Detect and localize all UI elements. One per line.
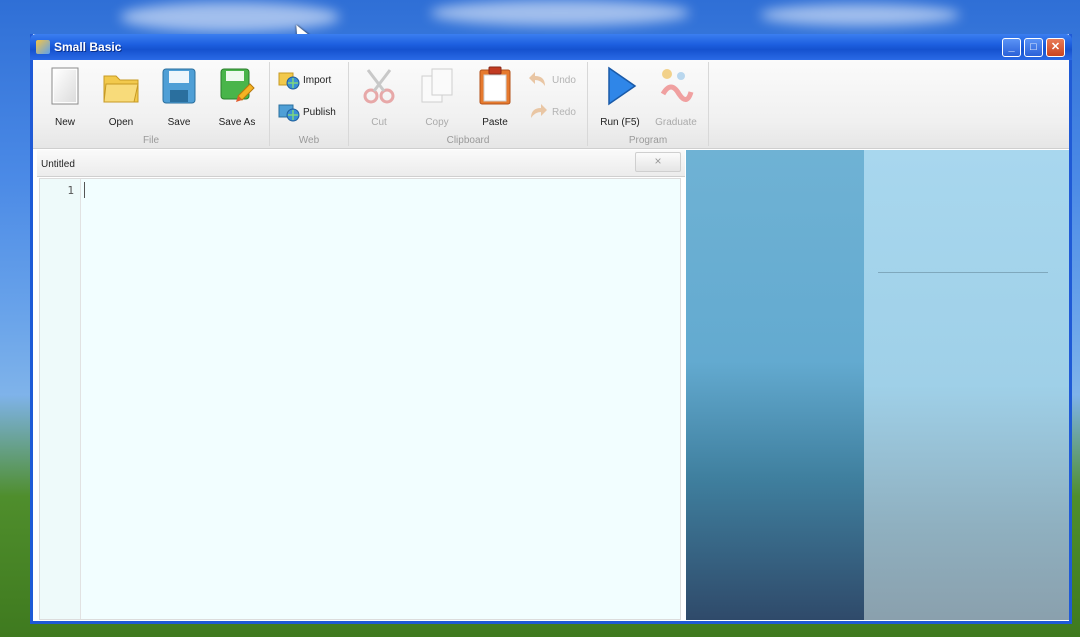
cut-label: Cut — [371, 117, 387, 128]
cloud — [760, 4, 960, 26]
ribbon-group-program: Run (F5) Graduate Program — [588, 62, 709, 146]
ribbon-group-web: Import Publish Web — [270, 62, 349, 146]
play-run-icon — [608, 66, 637, 106]
maximize-button[interactable]: □ — [1024, 38, 1043, 57]
minimize-button[interactable]: _ — [1002, 38, 1021, 57]
copy-button[interactable]: Copy — [411, 66, 463, 128]
document-tab-bar: Untitled × — [37, 150, 685, 177]
import-label: Import — [303, 74, 332, 86]
side-panel-left — [686, 150, 864, 620]
open-button[interactable]: Open — [95, 66, 147, 128]
redo-button[interactable]: Redo — [527, 100, 576, 124]
close-document-button[interactable]: × — [635, 152, 681, 172]
editor-panel: Untitled × 1 — [37, 150, 685, 620]
import-button[interactable]: Import — [278, 68, 331, 92]
line-number-gutter: 1 — [40, 179, 81, 619]
new-label: New — [54, 117, 75, 128]
clipboard-paste-icon — [479, 66, 511, 105]
open-folder-icon — [103, 75, 139, 103]
copy-label: Copy — [425, 117, 449, 128]
ribbon-group-clipboard: Cut Copy Paste Undo Redo Clipboard — [349, 62, 588, 146]
paste-button[interactable]: Paste — [469, 66, 521, 128]
run-label: Run (F5) — [600, 117, 640, 128]
publish-icon — [278, 104, 300, 122]
code-editor[interactable]: 1 — [39, 178, 681, 620]
import-icon — [278, 72, 300, 90]
title-bar[interactable]: Small Basic _ □ ✕ — [30, 34, 1072, 60]
save-disk-icon — [162, 68, 196, 104]
save-label: Save — [167, 117, 191, 128]
publish-label: Publish — [303, 106, 336, 118]
small-basic-app-icon — [36, 40, 50, 54]
save-as-label: Save As — [218, 117, 256, 128]
undo-icon — [529, 72, 545, 86]
cloud — [430, 0, 690, 26]
copy-icon — [421, 68, 453, 103]
close-button[interactable]: ✕ — [1046, 38, 1065, 57]
save-as-icon — [220, 68, 255, 102]
graduate-icon — [660, 69, 694, 102]
side-panel-divider — [878, 272, 1048, 273]
program-group-label: Program — [628, 135, 668, 146]
window-title: Small Basic — [54, 40, 122, 54]
new-button[interactable]: New — [39, 66, 91, 128]
cloud — [120, 2, 340, 32]
ribbon-toolbar: New Open Save Save As File Import Publis… — [33, 60, 1069, 149]
run-button[interactable]: Run (F5) — [594, 66, 646, 128]
document-tab-title[interactable]: Untitled — [41, 159, 75, 170]
publish-button[interactable]: Publish — [278, 100, 336, 124]
new-file-icon — [51, 67, 79, 105]
open-label: Open — [108, 117, 134, 128]
line-number: 1 — [67, 184, 74, 197]
graduate-button[interactable]: Graduate — [650, 66, 702, 128]
paste-label: Paste — [482, 117, 508, 128]
web-group-label: Web — [298, 135, 320, 146]
undo-label: Undo — [552, 74, 576, 86]
undo-button[interactable]: Undo — [527, 68, 576, 92]
text-caret — [84, 182, 85, 198]
save-as-button[interactable]: Save As — [211, 66, 263, 128]
cut-button[interactable]: Cut — [353, 66, 405, 128]
side-panel-right — [864, 150, 1069, 620]
scissors-icon — [363, 69, 395, 104]
clipboard-group-label: Clipboard — [446, 135, 490, 146]
ribbon-group-file: New Open Save Save As File — [33, 62, 270, 146]
graduate-label: Graduate — [655, 117, 697, 128]
small-basic-window: Small Basic _ □ ✕ New Open Save Save As … — [30, 34, 1072, 624]
save-button[interactable]: Save — [153, 66, 205, 128]
redo-icon — [531, 104, 547, 118]
redo-label: Redo — [552, 106, 576, 118]
file-group-label: File — [142, 135, 160, 146]
